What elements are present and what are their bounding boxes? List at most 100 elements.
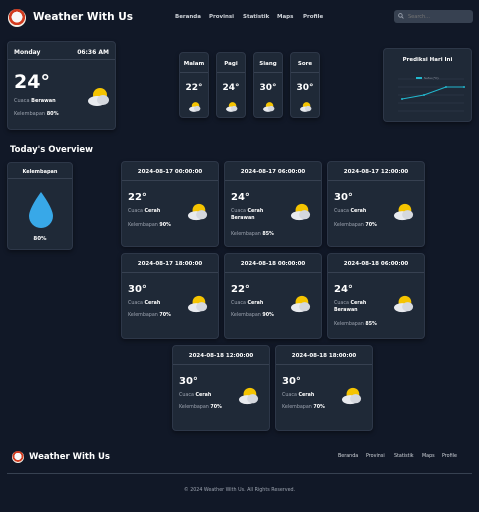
water-drop-icon: [29, 192, 53, 228]
forecast-date: 2024-08-17 12:00:00: [343, 169, 409, 175]
forecast-temperature: 30°: [282, 376, 301, 387]
forecast-condition: Cuaca Cerah: [128, 209, 161, 214]
footer-nav-provinsi[interactable]: Provinsi: [366, 454, 385, 459]
nav-beranda[interactable]: Beranda: [175, 14, 201, 20]
prediction-card: Prediksi Hari Ini Suhu (°C): [383, 48, 472, 122]
forecast-card: 2024-08-18 18:00:00 30° Cuaca Cerah Kele…: [275, 345, 373, 431]
divider: [291, 72, 319, 73]
nav-statistik[interactable]: Statistik: [243, 14, 269, 20]
cloudy-sun-icon: [289, 202, 313, 226]
tod-label: Siang: [259, 61, 277, 67]
forecast-date: 2024-08-18 06:00:00: [343, 261, 409, 267]
divider: [180, 72, 208, 73]
divider: [8, 178, 72, 179]
nav-maps[interactable]: Maps: [277, 14, 293, 20]
cloudy-sun-icon: [340, 386, 364, 410]
divider: [225, 272, 321, 273]
divider: [328, 180, 424, 181]
forecast-date: 2024-08-18 12:00:00: [188, 353, 254, 359]
forecast-card: 2024-08-18 12:00:00 30° Cuaca Cerah Kele…: [172, 345, 270, 431]
forecast-humidity: Kelembapan 85%: [334, 322, 377, 327]
humidity-value: 80%: [33, 236, 47, 242]
forecast-temperature: 22°: [128, 192, 147, 203]
current-weather-card: Monday 06:36 AM 24° Cuaca Berawan Kelemb…: [7, 41, 116, 130]
footer-nav-beranda[interactable]: Beranda: [338, 454, 358, 459]
nav-profile[interactable]: Profile: [303, 14, 323, 20]
forecast-date: 2024-08-18 00:00:00: [240, 261, 306, 267]
forecast-humidity: Kelembapan 70%: [128, 313, 171, 318]
forecast-humidity: Kelembapan 70%: [334, 223, 377, 228]
forecast-card: 2024-08-18 06:00:00 24° Cuaca Cerah Bera…: [327, 253, 425, 339]
divider: [8, 59, 115, 60]
tod-temperature: 30°: [259, 83, 277, 93]
search-input[interactable]: [394, 10, 473, 23]
cloudy-sun-icon: [188, 98, 202, 117]
forecast-date: 2024-08-17 00:00:00: [137, 169, 203, 175]
footer-divider: [7, 473, 472, 474]
forecast-date: 2024-08-17 06:00:00: [240, 169, 306, 175]
forecast-card: 2024-08-17 18:00:00 30° Cuaca Cerah Kele…: [121, 253, 219, 339]
cloudy-sun-icon: [392, 294, 416, 318]
current-humidity: Kelembapan 80%: [14, 111, 59, 117]
forecast-condition: Cuaca Cerah Berawan: [231, 209, 264, 221]
tod-label: Pagi: [224, 61, 238, 67]
nav-provinsi[interactable]: Provinsi: [209, 14, 234, 20]
forecast-humidity: Kelembapan 90%: [128, 223, 171, 228]
divider: [122, 180, 218, 181]
search-icon: [398, 13, 404, 19]
cloudy-sun-icon: [225, 98, 239, 117]
forecast-card: 2024-08-17 00:00:00 22° Cuaca Cerah Kele…: [121, 161, 219, 247]
forecast-condition: Cuaca Cerah: [128, 301, 161, 306]
humidity-title: Kelembapan: [22, 169, 58, 175]
forecast-card: 2024-08-18 00:00:00 22° Cuaca Cerah Kele…: [224, 253, 322, 339]
footer-nav-maps[interactable]: Maps: [422, 454, 435, 459]
footer-nav-profile[interactable]: Profile: [442, 454, 457, 459]
legend-label: Suhu (°C): [424, 76, 439, 80]
forecast-condition: Cuaca Cerah: [231, 301, 264, 306]
divider: [254, 72, 282, 73]
brand-name[interactable]: Weather With Us: [33, 11, 133, 23]
brand-logo-icon[interactable]: [8, 9, 26, 27]
cloudy-sun-icon: [289, 294, 313, 318]
footer-nav-statistik[interactable]: Statistik: [394, 454, 414, 459]
divider: [276, 364, 372, 365]
divider: [328, 272, 424, 273]
footer-brand[interactable]: Weather With Us: [29, 452, 110, 462]
time-of-day-card-malam: Malam 22°: [179, 52, 209, 118]
cloudy-sun-icon: [86, 86, 112, 112]
cloudy-sun-icon: [262, 98, 276, 117]
legend-swatch: [416, 77, 422, 79]
forecast-humidity: Kelembapan 90%: [231, 313, 274, 318]
footer-logo-icon[interactable]: [12, 451, 24, 463]
time-of-day-card-sore: Sore 30°: [290, 52, 320, 118]
tod-label: Malam: [183, 61, 205, 67]
tod-temperature: 22°: [185, 83, 203, 93]
time-of-day-card-siang: Siang 30°: [253, 52, 283, 118]
forecast-temperature: 30°: [179, 376, 198, 387]
forecast-temperature: 30°: [334, 192, 353, 203]
forecast-temperature: 24°: [231, 192, 250, 203]
forecast-date: 2024-08-18 18:00:00: [291, 353, 357, 359]
forecast-condition: Cuaca Cerah Berawan: [334, 301, 367, 313]
cloudy-sun-icon: [299, 98, 313, 117]
forecast-condition: Cuaca Cerah: [334, 209, 367, 214]
forecast-humidity: Kelembapan 70%: [179, 405, 222, 410]
current-day: Monday: [14, 49, 41, 56]
cloudy-sun-icon: [237, 386, 261, 410]
divider: [122, 272, 218, 273]
cloudy-sun-icon: [186, 294, 210, 318]
forecast-card: 2024-08-17 12:00:00 30° Cuaca Cerah Kele…: [327, 161, 425, 247]
forecast-humidity: Kelembapan 85%: [231, 232, 274, 237]
tod-temperature: 30°: [296, 83, 314, 93]
prediction-title: Prediksi Hari Ini: [402, 57, 453, 63]
cloudy-sun-icon: [392, 202, 416, 226]
prediction-chart[interactable]: Suhu (°C): [390, 73, 467, 117]
divider: [225, 180, 321, 181]
humidity-card: Kelembapan 80%: [7, 162, 73, 250]
cloudy-sun-icon: [186, 202, 210, 226]
copyright: © 2024 Weather With Us. All Rights Reser…: [183, 488, 296, 493]
forecast-temperature: 24°: [334, 284, 353, 295]
tod-temperature: 24°: [222, 83, 240, 93]
current-time: 06:36 AM: [77, 49, 109, 56]
tod-label: Sore: [297, 61, 313, 67]
